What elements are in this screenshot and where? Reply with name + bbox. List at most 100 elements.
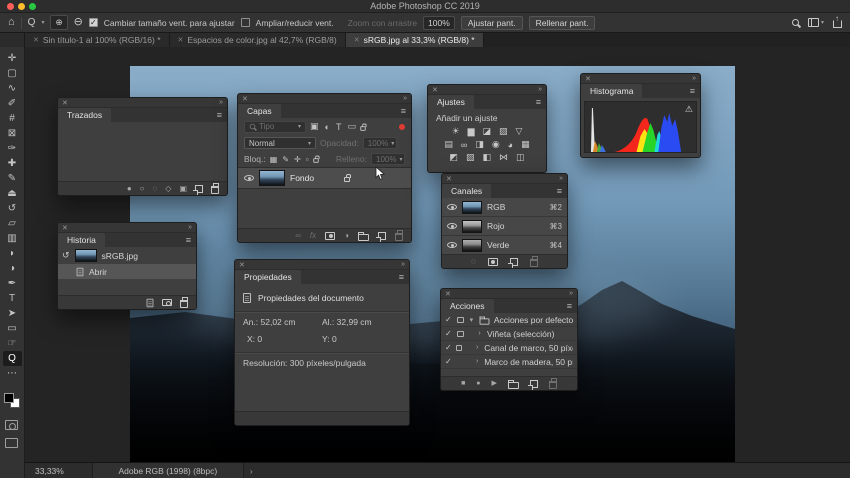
action-row[interactable]: ✓ › Marco de madera, 50 píx... — [441, 355, 577, 369]
close-icon[interactable]: ✕ — [242, 95, 248, 103]
adjustment-icon[interactable]: ◉ — [492, 139, 500, 150]
close-icon[interactable]: ✕ — [62, 99, 68, 107]
collapse-icon[interactable]: » — [401, 261, 405, 268]
lasso-tool[interactable]: ∿ — [3, 81, 22, 96]
tab-trazados[interactable]: Trazados — [58, 108, 112, 122]
adjustment-icon[interactable]: ▤ — [444, 139, 453, 150]
path-selection-tool[interactable]: ➤ — [3, 306, 22, 321]
panel-menu-icon[interactable]: ≡ — [690, 86, 695, 96]
blur-tool[interactable]: ◗ — [3, 246, 22, 261]
add-layer-mask-icon[interactable] — [325, 231, 336, 240]
adjustment-icon[interactable]: ∞ — [461, 140, 467, 150]
filter-icon[interactable]: ◐ — [325, 122, 330, 132]
status-menu-arrow[interactable]: › — [250, 466, 253, 476]
filter-toggle-icon[interactable] — [399, 123, 405, 130]
channel-row-rgb[interactable]: RGB ⌘2 — [442, 198, 567, 217]
panel-menu-icon[interactable]: ≡ — [217, 110, 222, 120]
layer-filter-icons[interactable]: ▣ ◐ T ▭ — [310, 121, 356, 132]
marquee-tool[interactable]: ▢ — [3, 66, 22, 81]
lock-filter-icon[interactable] — [360, 123, 367, 131]
quick-selection-tool[interactable]: ✐ — [3, 96, 22, 111]
collapse-icon[interactable]: » — [569, 290, 573, 297]
status-zoom-field[interactable]: 33,33% — [35, 466, 64, 476]
adjustment-icon[interactable]: ◕ — [508, 140, 513, 150]
record-icon[interactable]: ● — [476, 380, 480, 387]
document-tab-2[interactable]: ✕ Espacios de color.jpg al 42,7% (RGB/8) — [169, 33, 346, 47]
panel-menu-icon[interactable]: ≡ — [399, 272, 404, 282]
fill-path-icon[interactable]: ● — [127, 184, 132, 193]
collapse-icon[interactable]: » — [403, 95, 407, 102]
adjustment-icon[interactable]: ◨ — [475, 139, 484, 150]
share-icon[interactable] — [833, 14, 842, 28]
close-icon[interactable]: ✕ — [33, 36, 39, 44]
delete-channel-icon[interactable] — [529, 256, 538, 267]
healing-brush-tool[interactable]: ✚ — [3, 156, 22, 171]
dialog-toggle-icon[interactable] — [456, 316, 464, 323]
brush-tool[interactable]: ✎ — [3, 171, 22, 186]
lock-icons[interactable]: ▦ ✎ ✛ ▫ — [270, 155, 309, 164]
home-icon[interactable]: ⌂ — [8, 17, 15, 28]
fit-screen-button[interactable]: Ajustar pant. — [460, 15, 523, 30]
adjustment-icon[interactable]: ⋈ — [499, 152, 508, 163]
panel-menu-icon[interactable]: ≡ — [567, 301, 572, 311]
collapse-icon[interactable]: » — [692, 75, 696, 82]
adjustment-icon[interactable]: ▦ — [521, 139, 530, 150]
collapse-icon[interactable]: » — [538, 86, 542, 93]
search-icon[interactable] — [791, 19, 799, 26]
panel-menu-icon[interactable]: ≡ — [557, 186, 562, 196]
resize-windows-checkbox[interactable]: ✓ — [88, 18, 98, 27]
zoom-tool-icon[interactable]: Q — [28, 17, 36, 28]
panel-menu-icon[interactable]: ≡ — [401, 106, 406, 116]
delete-state-icon[interactable] — [180, 297, 188, 308]
close-icon[interactable]: ✕ — [432, 86, 438, 94]
collapse-icon[interactable]: » — [188, 224, 192, 231]
zoom-out-button[interactable]: ⊖ — [74, 17, 83, 28]
fill-screen-button[interactable]: Rellenar pant. — [528, 15, 596, 30]
layer-style-icon[interactable]: fx — [310, 231, 316, 240]
adjustment-icon[interactable]: ◩ — [449, 152, 458, 163]
zoom-all-windows-checkbox[interactable] — [240, 18, 250, 27]
hand-tool[interactable]: ☞ — [3, 336, 22, 351]
delete-path-icon[interactable] — [211, 183, 219, 194]
new-group-icon[interactable] — [358, 231, 369, 241]
close-icon[interactable]: ✕ — [178, 36, 184, 44]
visibility-eye-icon[interactable] — [447, 223, 457, 229]
new-document-from-state-icon[interactable] — [146, 298, 154, 307]
crop-tool[interactable]: # — [3, 111, 22, 126]
visibility-eye-icon[interactable] — [447, 204, 457, 210]
adjustment-icon[interactable]: ▽ — [516, 126, 523, 137]
tab-acciones[interactable]: Acciones — [441, 299, 494, 313]
close-icon[interactable]: ✕ — [445, 290, 451, 298]
expand-arrow-icon[interactable]: › — [474, 358, 480, 365]
close-icon[interactable]: ✕ — [585, 75, 591, 83]
stop-icon[interactable]: ■ — [461, 380, 465, 387]
play-icon[interactable]: ▶ — [492, 380, 497, 387]
zoom-in-button[interactable]: ⊕ — [50, 15, 68, 30]
collapse-icon[interactable]: » — [559, 175, 563, 182]
delete-layer-icon[interactable] — [395, 230, 403, 241]
close-icon[interactable]: ✕ — [446, 175, 452, 183]
layer-filter-select[interactable]: Tipo ▾ — [244, 120, 306, 133]
document-tab-1[interactable]: ✕ Sin título-1 al 100% (RGB/16) * — [25, 33, 170, 47]
chevron-down-icon[interactable]: ▾ — [41, 19, 44, 26]
panel-menu-icon[interactable]: ≡ — [536, 97, 541, 107]
panel-menu-icon[interactable]: ≡ — [186, 235, 191, 245]
save-selection-icon[interactable] — [487, 257, 498, 266]
filter-icon[interactable]: ▣ — [310, 121, 319, 132]
edit-toolbar[interactable]: ⋯ — [3, 366, 22, 381]
tab-propiedades[interactable]: Propiedades — [235, 270, 301, 284]
add-mask-icon[interactable]: ▣ — [179, 184, 187, 193]
tab-historia[interactable]: Historia — [58, 233, 105, 247]
visibility-eye-icon[interactable] — [244, 175, 254, 181]
tab-ajustes[interactable]: Ajustes — [428, 95, 474, 109]
adjustment-icon[interactable]: ☀ — [452, 126, 460, 137]
zoom-tool[interactable]: Q — [2, 351, 22, 366]
close-icon[interactable]: ✕ — [239, 261, 245, 269]
expand-arrow-icon[interactable]: › — [476, 330, 483, 337]
shape-tool[interactable]: ▭ — [3, 321, 22, 336]
make-mask-icon[interactable]: ◇ — [165, 184, 171, 193]
channel-row-verde[interactable]: Verde ⌘4 — [442, 236, 567, 255]
lock-option-icon[interactable]: ✎ — [282, 155, 289, 164]
history-brush-source-icon[interactable]: ↺ — [62, 250, 70, 261]
filter-icon[interactable]: ▭ — [347, 121, 356, 132]
